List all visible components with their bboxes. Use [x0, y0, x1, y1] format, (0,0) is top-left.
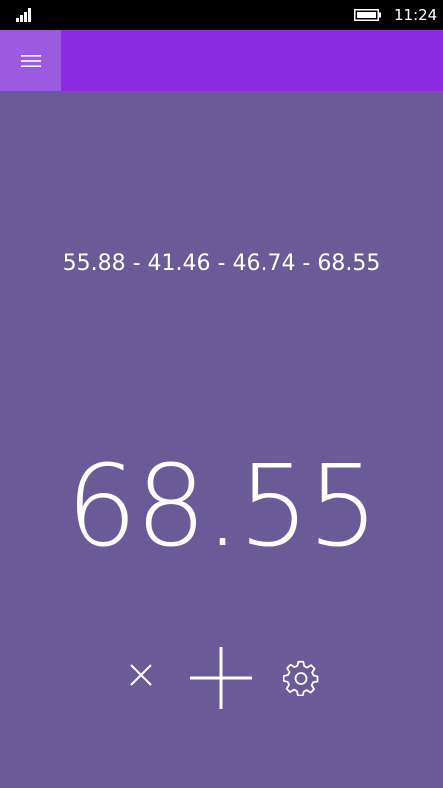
signal-bars-icon — [16, 8, 31, 22]
status-bar: 11:24 — [0, 0, 443, 30]
hamburger-menu-icon — [20, 54, 41, 67]
history-text: 55.88 - 41.46 - 46.74 - 68.55 — [62, 251, 381, 276]
battery-icon — [354, 9, 381, 21]
close-icon — [130, 664, 152, 686]
menu-button[interactable] — [0, 30, 61, 91]
settings-button[interactable] — [283, 660, 319, 696]
status-time: 11:24 — [394, 6, 438, 24]
controls-bar — [0, 640, 443, 714]
clear-button[interactable] — [124, 658, 158, 692]
current-value: 68.55 — [66, 442, 379, 572]
plus-icon — [190, 647, 252, 709]
gear-icon — [283, 660, 319, 696]
add-button[interactable] — [187, 644, 255, 712]
app-header — [0, 30, 443, 91]
